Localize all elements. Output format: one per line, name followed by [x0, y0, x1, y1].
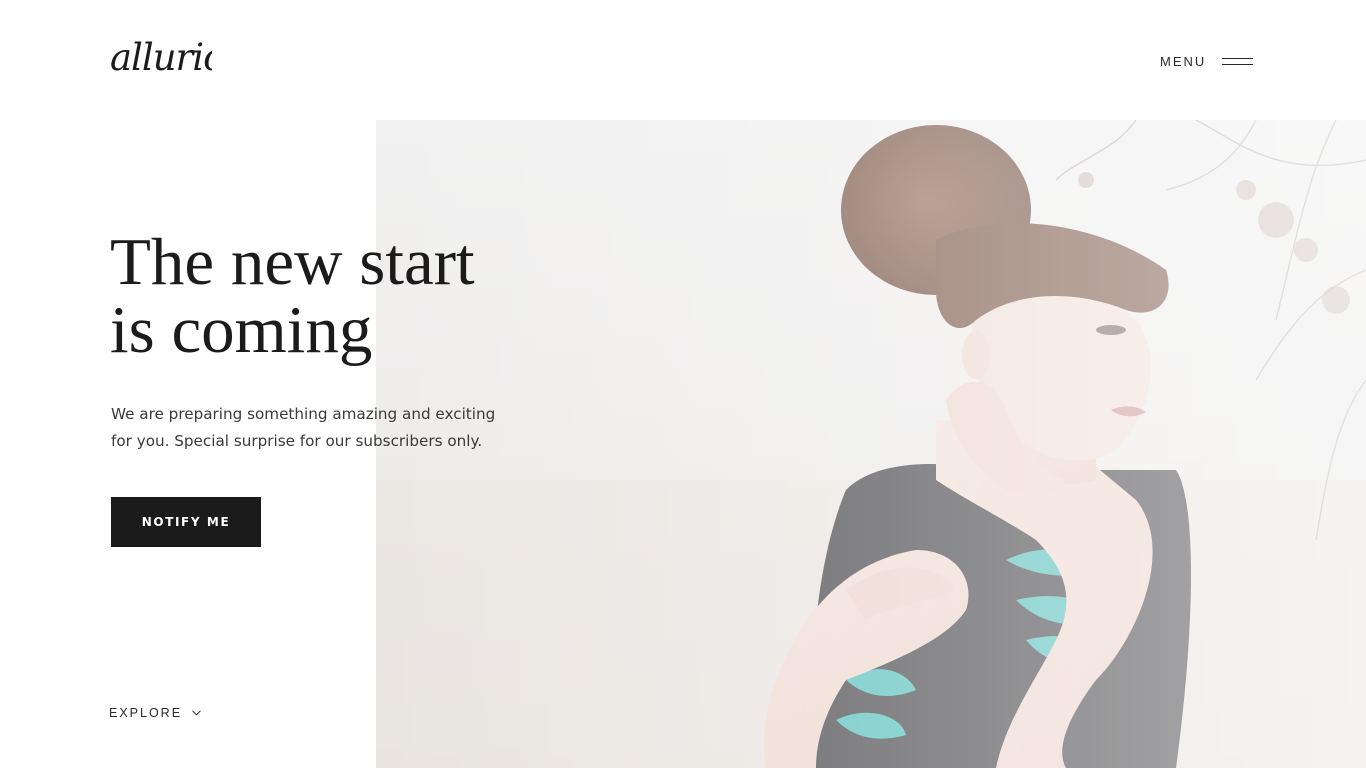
logo-text: allurio	[110, 36, 212, 79]
hamburger-icon	[1222, 57, 1254, 65]
explore-label: EXPLORE	[109, 706, 183, 720]
hero-image	[376, 120, 1366, 768]
logo[interactable]: allurio	[108, 32, 212, 88]
notify-me-button[interactable]: NOTIFY ME	[111, 497, 261, 547]
menu-button[interactable]: MENU	[1160, 52, 1254, 70]
subtext-line-2: for you. Special surprise for our subscr…	[111, 432, 483, 450]
menu-label: MENU	[1160, 53, 1207, 69]
subtext-line-1: We are preparing something amazing and e…	[111, 405, 496, 423]
page-title: The new start is coming	[110, 228, 540, 364]
explore-link[interactable]: EXPLORE	[109, 706, 201, 720]
headline-line-1: The new start	[110, 225, 475, 299]
headline-line-2: is coming	[110, 293, 373, 367]
hero-subtext: We are preparing something amazing and e…	[111, 401, 511, 455]
hero-photo	[376, 120, 1366, 768]
chevron-down-icon	[192, 710, 201, 716]
